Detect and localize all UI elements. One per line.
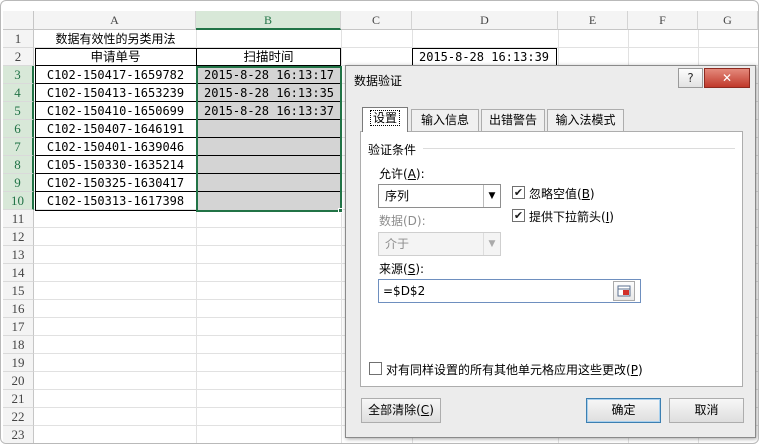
clear-all-button[interactable]: 全部清除(C) <box>361 398 441 423</box>
row-header-19[interactable]: 19 <box>3 354 34 372</box>
row-header-21[interactable]: 21 <box>3 390 34 408</box>
ok-button[interactable]: 确定 <box>586 398 661 423</box>
data-select-value: 介于 <box>385 237 410 251</box>
window-frame: ABCDEFG 1 2 3 4 5 6 7 8 9 10 11 12 13 14 15 16 17 18 19 20 2… <box>0 0 759 444</box>
checkmark-icon: ✔ <box>513 209 524 222</box>
chevron-down-icon: ▼ <box>483 233 500 255</box>
allow-label: 允许(A): <box>379 167 425 181</box>
row-header-6[interactable]: 6 <box>3 120 34 138</box>
row-header-17[interactable]: 17 <box>3 318 34 336</box>
row-header-16[interactable]: 16 <box>3 300 34 318</box>
allow-select-value: 序列 <box>385 189 410 203</box>
selection-range-b3-b10 <box>196 66 342 212</box>
range-select-icon[interactable] <box>613 281 635 301</box>
row-header-10[interactable]: 10 <box>3 192 34 210</box>
section-divider <box>423 148 735 149</box>
column-header-e[interactable]: E <box>558 11 628 30</box>
tab-input-message[interactable]: 输入信息 <box>411 109 479 131</box>
row-header-1[interactable]: 1 <box>3 30 34 48</box>
tab-settings-label: 设置 <box>369 110 400 126</box>
row-header-8[interactable]: 8 <box>3 156 34 174</box>
data-label: 数据(D): <box>379 214 426 228</box>
tab-error-alert[interactable]: 出错警告 <box>481 109 545 131</box>
fill-handle[interactable] <box>338 208 343 213</box>
select-all-corner[interactable] <box>3 11 34 30</box>
row-header-13[interactable]: 13 <box>3 246 34 264</box>
dialog-title: 数据验证 <box>354 74 403 88</box>
ignore-blank-checkbox[interactable]: ✔ <box>512 186 525 199</box>
tab-settings[interactable]: 设置 <box>362 107 408 132</box>
tab-ime-mode[interactable]: 输入法模式 <box>547 109 624 131</box>
cancel-button[interactable]: 取消 <box>669 398 744 423</box>
column-header-b[interactable]: B <box>196 11 341 30</box>
row-header-9[interactable]: 9 <box>3 174 34 192</box>
row-header-23[interactable]: 23 <box>3 426 34 443</box>
column-header-g[interactable]: G <box>698 11 758 30</box>
row-header-3[interactable]: 3 <box>3 66 34 84</box>
row-header-22[interactable]: 22 <box>3 408 34 426</box>
row-header-18[interactable]: 18 <box>3 336 34 354</box>
row-header-7[interactable]: 7 <box>3 138 34 156</box>
apply-all-checkbox[interactable] <box>369 362 382 375</box>
row-header-12[interactable]: 12 <box>3 228 34 246</box>
column-header-d[interactable]: D <box>412 11 558 30</box>
dropdown-arrow-label: 提供下拉箭头(I) <box>529 210 614 224</box>
help-button[interactable]: ? <box>678 68 703 88</box>
column-header-c[interactable]: C <box>341 11 412 30</box>
chevron-down-icon[interactable]: ▼ <box>483 185 500 207</box>
settings-panel: 验证条件 允许(A): 序列 ▼ ✔ 忽略空值(B) ✔ 提供下拉箭头(I) 数… <box>360 131 743 387</box>
row-header-5[interactable]: 5 <box>3 102 34 120</box>
apply-all-label: 对有同样设置的所有其他单元格应用这些更改(P) <box>386 363 643 377</box>
d2-border <box>412 48 557 66</box>
source-input[interactable]: =$D$2 <box>378 279 641 303</box>
column-header-f[interactable]: F <box>628 11 698 30</box>
ignore-blank-label: 忽略空值(B) <box>529 187 595 201</box>
row-header-15[interactable]: 15 <box>3 282 34 300</box>
source-label: 来源(S): <box>379 262 425 276</box>
close-button[interactable]: ✕ <box>704 68 750 88</box>
checkmark-icon: ✔ <box>513 186 524 199</box>
section-validation-criteria: 验证条件 <box>368 143 417 157</box>
row-header-2[interactable]: 2 <box>3 48 34 66</box>
column-header-a[interactable]: A <box>34 11 196 30</box>
cell-a1-title[interactable]: 数据有效性的另类用法 <box>35 30 196 48</box>
allow-select[interactable]: 序列 ▼ <box>378 184 501 208</box>
dropdown-arrow-checkbox[interactable]: ✔ <box>512 209 525 222</box>
row-header-11[interactable]: 11 <box>3 210 34 228</box>
data-select: 介于 ▼ <box>378 232 501 256</box>
row-header-14[interactable]: 14 <box>3 264 34 282</box>
data-validation-dialog: 数据验证 ? ✕ 设置 输入信息 出错警告 输入法模式 验证条件 允许(A): … <box>345 65 756 438</box>
row-header-20[interactable]: 20 <box>3 372 34 390</box>
row-header-4[interactable]: 4 <box>3 84 34 102</box>
